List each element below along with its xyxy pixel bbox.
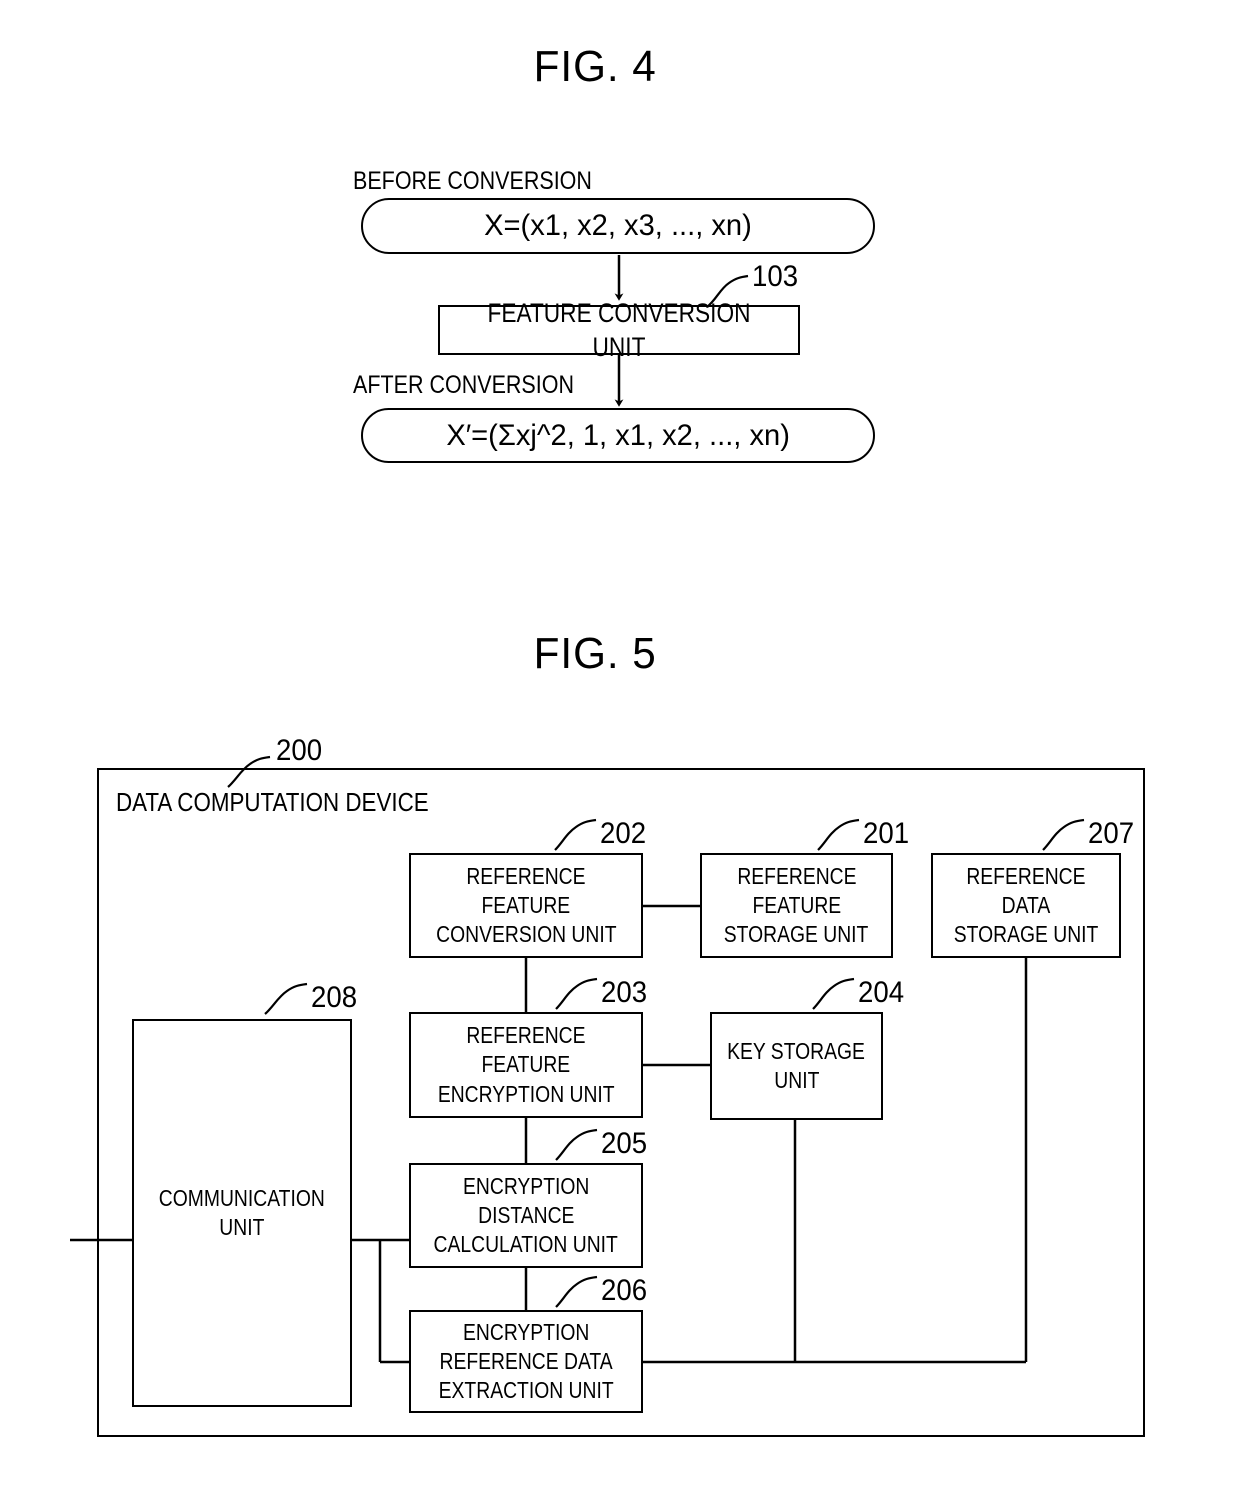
communication-unit-box: COMMUNICATION UNIT — [132, 1019, 352, 1407]
block-201-line-0: REFERENCE — [736, 862, 857, 889]
block-202-line-2: CONVERSION UNIT — [435, 921, 617, 948]
encryption-distance-calculation-unit-label: ENCRYPTION DISTANCE CALCULATION UNIT — [411, 1165, 641, 1266]
fig4-feature-conversion-unit-line-0: FEATURE CONVERSION UNIT — [487, 297, 751, 362]
block-206-line-2: EXTRACTION UNIT — [438, 1377, 614, 1404]
fig4-ref-103: 103 — [752, 260, 799, 293]
fig5-ref-201: 201 — [863, 817, 910, 850]
fig5-title: FIG. 5 — [533, 629, 657, 678]
block-204-line-1: UNIT — [773, 1067, 820, 1093]
key-storage-unit-label: KEY STORAGE UNIT — [712, 1014, 881, 1118]
patent-figure-sheet: FIG. 4 BEFORE CONVERSION X=(x1, x2, x3, … — [0, 0, 1240, 1507]
fig5-ref-207: 207 — [1088, 817, 1135, 850]
block-204-line-0: KEY STORAGE — [727, 1037, 866, 1064]
fig4-before-conversion-label: BEFORE CONVERSION — [353, 167, 592, 195]
block-207-line-1: DATA — [1001, 891, 1051, 918]
encryption-reference-data-extraction-unit-label: ENCRYPTION REFERENCE DATA EXTRACTION UNI… — [411, 1312, 641, 1411]
block-201-line-2: STORAGE UNIT — [724, 921, 869, 948]
encryption-distance-calculation-unit-box: ENCRYPTION DISTANCE CALCULATION UNIT — [409, 1163, 643, 1268]
communication-unit-label: COMMUNICATION UNIT — [134, 1021, 350, 1405]
block-203-line-0: REFERENCE — [466, 1022, 586, 1049]
block-206-line-1: REFERENCE DATA — [439, 1347, 613, 1374]
fig5-ref-208: 208 — [311, 981, 358, 1014]
fig4-feature-conversion-unit-label: FEATURE CONVERSION UNIT — [440, 298, 798, 362]
block-207-line-0: REFERENCE — [966, 862, 1086, 889]
reference-data-storage-unit-label: REFERENCE DATA STORAGE UNIT — [933, 855, 1119, 956]
reference-feature-storage-unit-label: REFERENCE FEATURE STORAGE UNIT — [702, 855, 891, 956]
fig4-after-conversion-label: AFTER CONVERSION — [353, 371, 575, 399]
fig5-ref-203: 203 — [601, 976, 648, 1009]
fig5-ref-204: 204 — [858, 976, 905, 1009]
fig5-ref-200: 200 — [276, 734, 323, 767]
block-206-line-0: ENCRYPTION — [462, 1318, 590, 1345]
reference-feature-storage-unit-box: REFERENCE FEATURE STORAGE UNIT — [700, 853, 893, 958]
fig4-before-vector-box: X=(x1, x2, x3, ..., xn) — [361, 198, 875, 254]
fig5-ref-205: 205 — [601, 1127, 648, 1160]
reference-feature-encryption-unit-label: REFERENCE FEATURE ENCRYPTION UNIT — [411, 1014, 641, 1116]
fig4-feature-conversion-unit-box: FEATURE CONVERSION UNIT — [438, 298, 800, 362]
block-203-line-1: FEATURE — [481, 1051, 571, 1078]
reference-feature-encryption-unit-box: REFERENCE FEATURE ENCRYPTION UNIT — [409, 1012, 643, 1118]
block-202-line-1: FEATURE — [481, 891, 571, 918]
block-208-line-0: COMMUNICATION — [158, 1184, 326, 1211]
key-storage-unit-box: KEY STORAGE UNIT — [710, 1012, 883, 1120]
reference-feature-conversion-unit-label: REFERENCE FEATURE CONVERSION UNIT — [411, 855, 641, 956]
fig4-after-vector-box: X′=(Σxj^2, 1, x1, x2, ..., xn) — [361, 408, 875, 463]
fig4-before-vector-text: X=(x1, x2, x3, ..., xn) — [484, 209, 752, 242]
data-computation-device-label: DATA COMPUTATION DEVICE — [116, 787, 429, 817]
block-208-line-1: UNIT — [219, 1214, 265, 1240]
block-202-line-0: REFERENCE — [466, 862, 586, 889]
block-203-line-2: ENCRYPTION UNIT — [437, 1080, 615, 1107]
fig4-after-vector-text: X′=(Σxj^2, 1, x1, x2, ..., xn) — [446, 418, 790, 452]
block-207-line-2: STORAGE UNIT — [953, 921, 1099, 948]
reference-data-storage-unit-box: REFERENCE DATA STORAGE UNIT — [931, 853, 1121, 958]
encryption-reference-data-extraction-unit-box: ENCRYPTION REFERENCE DATA EXTRACTION UNI… — [409, 1310, 643, 1413]
fig5-ref-202: 202 — [600, 817, 647, 850]
fig5-ref-206: 206 — [601, 1274, 648, 1307]
reference-feature-conversion-unit-box: REFERENCE FEATURE CONVERSION UNIT — [409, 853, 643, 958]
block-205-line-2: CALCULATION UNIT — [433, 1231, 619, 1258]
block-205-line-1: DISTANCE — [477, 1201, 575, 1228]
block-201-line-1: FEATURE — [752, 891, 841, 918]
fig4-title: FIG. 4 — [533, 42, 657, 91]
block-205-line-0: ENCRYPTION — [462, 1172, 590, 1199]
